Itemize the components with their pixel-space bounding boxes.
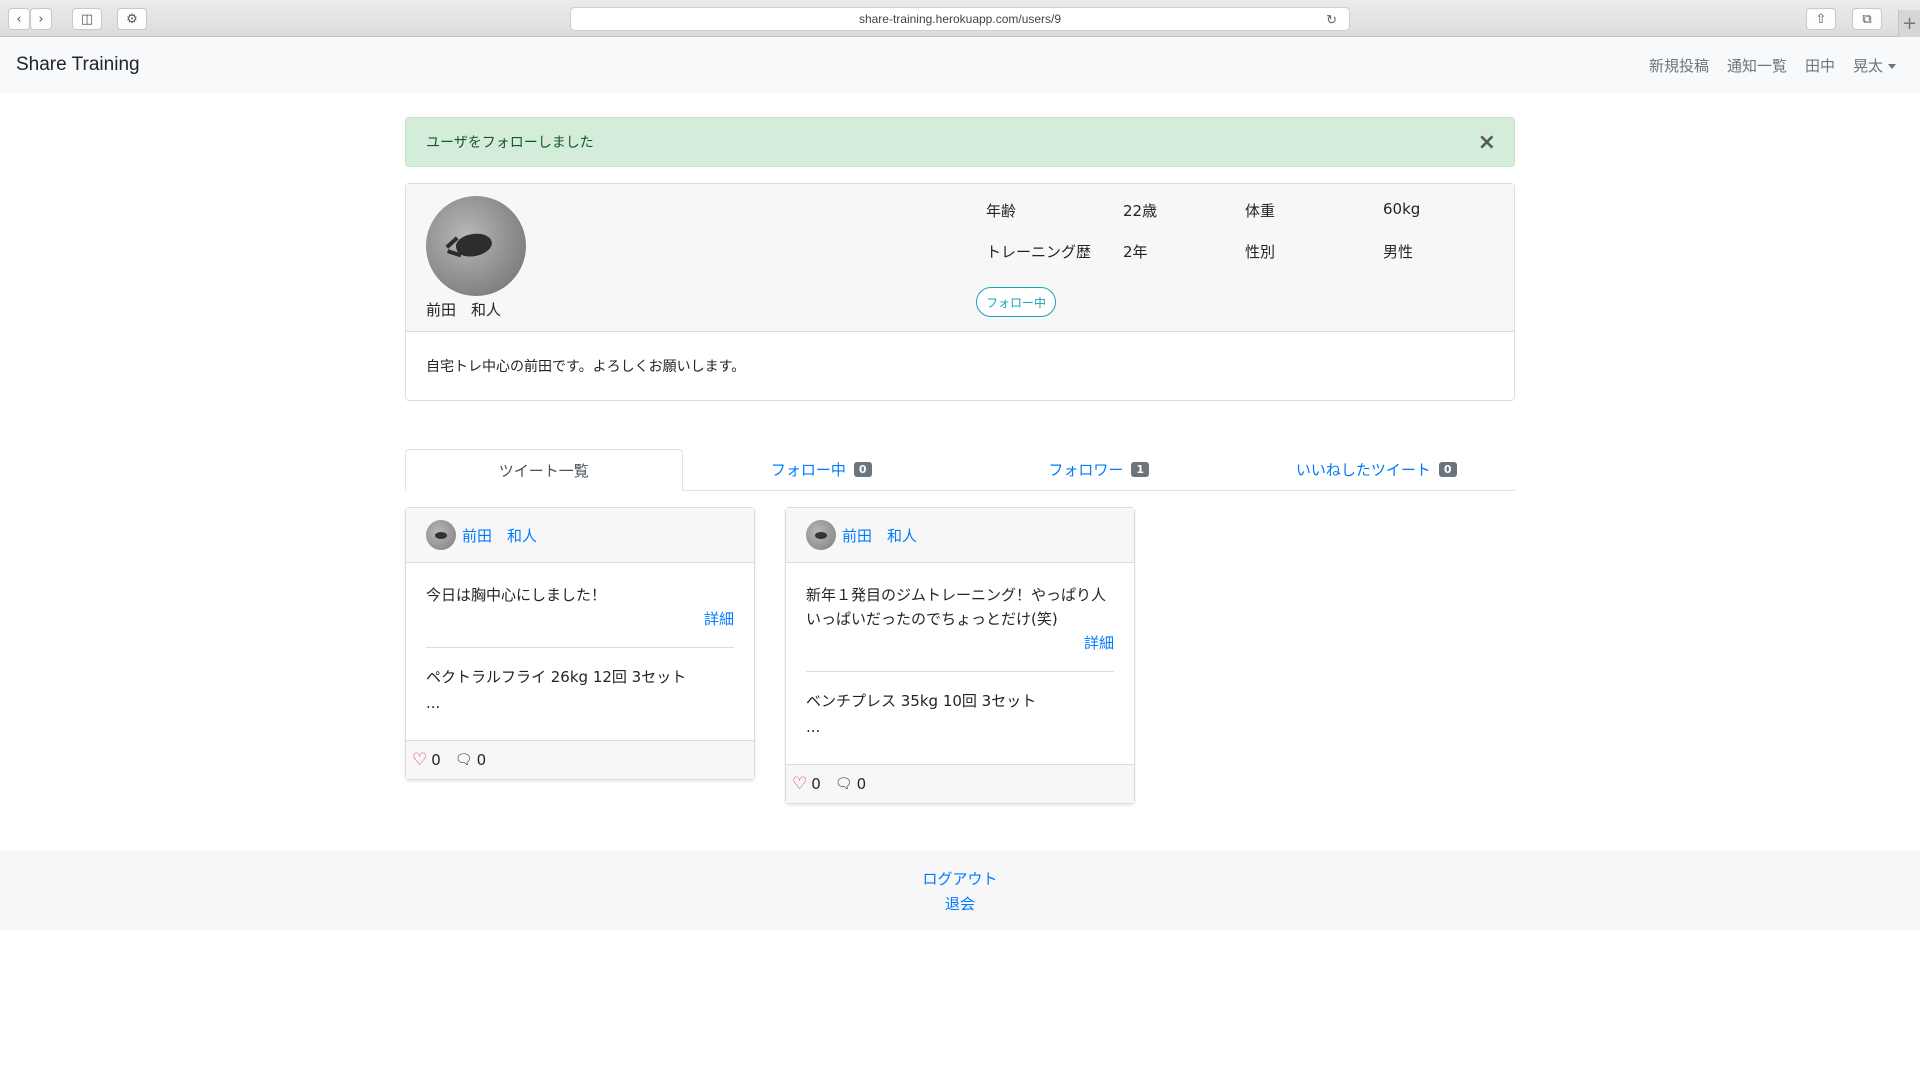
- profile-tabs: ツイート一覧 フォロー中 0 フォロワー 1 いいねしたツイート 0: [405, 449, 1515, 491]
- stat-value: 60kg: [1383, 200, 1421, 218]
- more-ellipsis: ...: [806, 718, 821, 736]
- nav-user-lastname[interactable]: 田中: [1805, 55, 1835, 76]
- tweet-text: 今日は胸中心にしました！: [426, 586, 607, 604]
- footer: ログアウト 退会: [0, 851, 1920, 930]
- browser-toolbar: ‹ › ◫ ⚙ share-training.herokuapp.com/use…: [0, 0, 1920, 37]
- address-bar[interactable]: share-training.herokuapp.com/users/9 ↻: [570, 7, 1350, 31]
- tweet-card: 前田 和人 今日は胸中心にしました！ 詳細 ペクトラルフライ 26kg 12回 …: [405, 507, 755, 780]
- count-badge: 1: [1131, 462, 1150, 477]
- stat-value: 22歳: [1123, 202, 1158, 220]
- training-menu: ペクトラルフライ 26kg 12回 3セット: [426, 668, 687, 686]
- count-badge: 0: [853, 462, 872, 477]
- training-menu: ベンチプレス 35kg 10回 3セット: [806, 692, 1037, 710]
- avatar[interactable]: [426, 520, 456, 550]
- profile-bio: 自宅トレ中心の前田です。よろしくお願いします。: [426, 359, 746, 375]
- following-button[interactable]: フォロー中: [976, 287, 1057, 317]
- new-tab-icon[interactable]: +: [1898, 10, 1920, 37]
- nav-user-dropdown[interactable]: 晃太: [1853, 55, 1896, 76]
- nav-links: 新規投稿 通知一覧 田中 晃太: [1649, 55, 1896, 76]
- tab-label: フォロワー: [1048, 461, 1124, 479]
- avatar: [426, 196, 526, 296]
- like-count: 0: [811, 775, 821, 793]
- stat-label: 性別: [1245, 243, 1276, 261]
- brand-link[interactable]: Share Training: [16, 54, 140, 76]
- nav-user-firstname: 晃太: [1852, 56, 1883, 75]
- reload-icon[interactable]: ↻: [1326, 12, 1337, 28]
- navbar: Share Training 新規投稿 通知一覧 田中 晃太: [0, 37, 1920, 93]
- detail-link[interactable]: 詳細: [806, 631, 1114, 655]
- count-badge: 0: [1438, 462, 1457, 477]
- comment-count: 0: [476, 751, 487, 769]
- tabs-icon[interactable]: ⧉: [1852, 8, 1882, 30]
- sidebar-icon[interactable]: ◫: [72, 8, 102, 30]
- tweet-list: 前田 和人 今日は胸中心にしました！ 詳細 ペクトラルフライ 26kg 12回 …: [405, 507, 1515, 804]
- nav-notifications[interactable]: 通知一覧: [1727, 55, 1787, 76]
- caret-down-icon: [1888, 63, 1896, 69]
- like-count: 0: [431, 751, 441, 769]
- share-icon[interactable]: ⇧: [1806, 8, 1836, 30]
- more-ellipsis: ...: [426, 694, 441, 712]
- gear-icon[interactable]: ⚙: [117, 8, 147, 30]
- withdraw-link[interactable]: 退会: [945, 893, 975, 914]
- avatar[interactable]: [806, 520, 836, 550]
- comment-icon[interactable]: 🗨: [835, 776, 853, 792]
- tweet-text: 新年１発目のジムトレーニング！やっぱり人いっぱいだったのでちょっとだけ(笑): [806, 586, 1107, 628]
- detail-link[interactable]: 詳細: [426, 607, 734, 631]
- stat-label: 体重: [1245, 202, 1276, 220]
- stat-label: トレーニング歴: [986, 243, 1092, 261]
- tab-tweets[interactable]: ツイート一覧: [405, 449, 683, 491]
- comment-icon[interactable]: 🗨: [455, 752, 473, 768]
- url-text: share-training.herokuapp.com/users/9: [858, 12, 1062, 26]
- tab-liked-tweets[interactable]: いいねしたツイート 0: [1238, 449, 1516, 490]
- heart-icon[interactable]: ♡: [792, 774, 807, 794]
- tab-label: ツイート一覧: [498, 461, 589, 480]
- tab-followers[interactable]: フォロワー 1: [960, 449, 1238, 490]
- comment-count: 0: [856, 775, 867, 793]
- tab-label: フォロー中: [770, 461, 846, 479]
- tweet-card: 前田 和人 新年１発目のジムトレーニング！やっぱり人いっぱいだったのでちょっとだ…: [785, 507, 1135, 804]
- heart-icon[interactable]: ♡: [412, 750, 427, 770]
- close-icon[interactable]: ×: [1478, 130, 1496, 155]
- back-icon[interactable]: ‹: [8, 8, 30, 30]
- divider: [806, 671, 1114, 672]
- tab-label: いいねしたツイート: [1295, 461, 1431, 479]
- tweet-author-link[interactable]: 前田 和人: [842, 525, 917, 546]
- profile-name: 前田 和人: [426, 301, 502, 319]
- logout-link[interactable]: ログアウト: [922, 868, 997, 889]
- profile-card: 前田 和人 年齢 22歳 体重 60kg トレーニング歴 2年 性別 男性 フォ…: [405, 183, 1515, 401]
- tab-following[interactable]: フォロー中 0: [683, 449, 961, 490]
- stat-value: 2年: [1123, 243, 1148, 261]
- tweet-author-link[interactable]: 前田 和人: [462, 525, 537, 546]
- nav-new-post[interactable]: 新規投稿: [1649, 55, 1709, 76]
- stat-value: 男性: [1383, 243, 1414, 261]
- profile-stats: 年齢 22歳 体重 60kg トレーニング歴 2年 性別 男性: [986, 200, 1483, 262]
- forward-icon[interactable]: ›: [30, 8, 52, 30]
- success-alert: ユーザをフォローしました ×: [405, 117, 1515, 167]
- alert-message: ユーザをフォローしました: [426, 135, 594, 151]
- stat-label: 年齢: [986, 202, 1017, 220]
- divider: [426, 647, 734, 648]
